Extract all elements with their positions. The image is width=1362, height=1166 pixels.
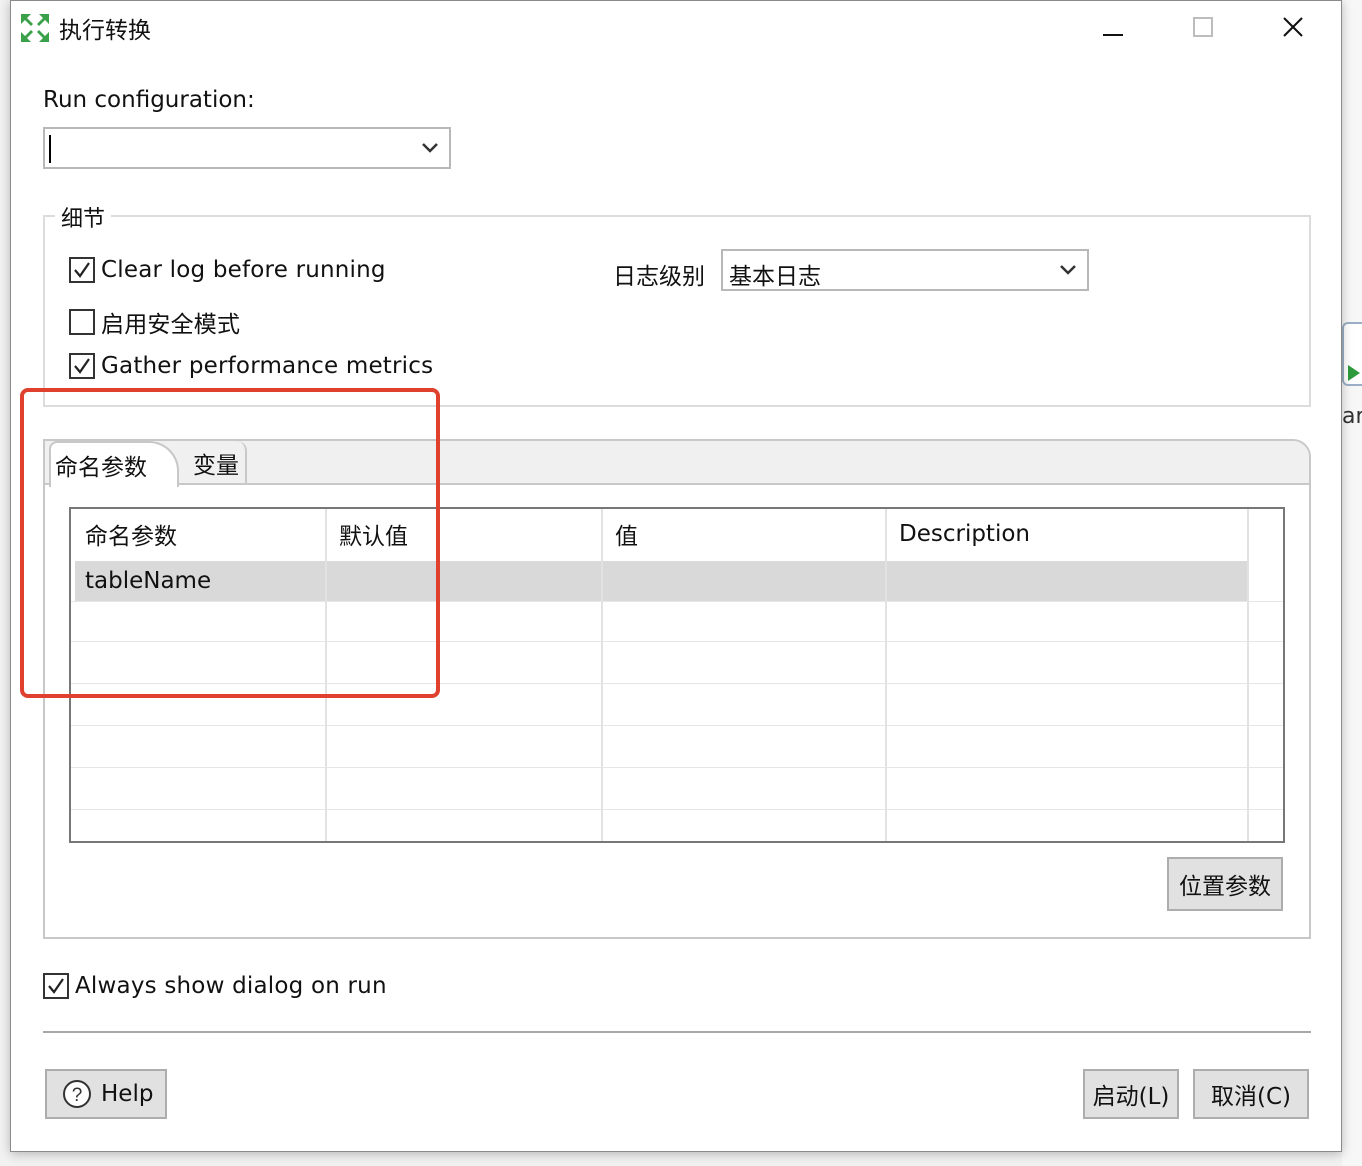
transformation-app-icon: [21, 14, 49, 42]
help-icon: ?: [63, 1080, 91, 1108]
cancel-button[interactable]: 取消(C): [1193, 1069, 1309, 1119]
log-level-select[interactable]: 基本日志: [721, 249, 1089, 291]
cell-param-default[interactable]: [327, 561, 601, 601]
footer-separator: [43, 1031, 1311, 1033]
chevron-down-icon: [1060, 265, 1076, 275]
clear-log-label: Clear log before running: [101, 257, 386, 283]
cell-param-name[interactable]: tableName: [75, 561, 325, 601]
details-group-title: 细节: [55, 201, 112, 233]
clear-log-checkbox[interactable]: Clear log before running: [69, 257, 386, 283]
chevron-down-icon: [422, 143, 438, 153]
run-configuration-select[interactable]: [43, 127, 451, 169]
column-divider: [1247, 509, 1249, 841]
cell-param-value[interactable]: [603, 561, 885, 601]
table-header: 命名参数 默认值 值 Description: [71, 509, 1283, 559]
checkbox-box: [69, 309, 95, 335]
help-label: Help: [101, 1081, 154, 1107]
gather-metrics-checkbox[interactable]: Gather performance metrics: [69, 353, 433, 379]
maximize-icon: [1193, 17, 1213, 37]
checkmark-icon: [74, 358, 90, 374]
log-level-label: 日志级别: [613, 264, 705, 290]
row-divider: [71, 683, 1283, 684]
title-bar: 执行转换: [11, 1, 1341, 53]
checkbox-box: [43, 973, 69, 999]
row-divider: [71, 725, 1283, 726]
positional-parameters-button[interactable]: 位置参数: [1167, 857, 1283, 911]
column-divider: [885, 509, 887, 841]
tab-named-parameters[interactable]: 命名参数: [49, 441, 179, 487]
run-transformation-dialog: 执行转换 Run configuration: 细节 Clear log bef…: [10, 0, 1342, 1152]
background-window-fragment: art: [1342, 0, 1362, 1166]
help-button[interactable]: ? Help: [45, 1069, 167, 1119]
column-header-default[interactable]: 默认值: [325, 509, 601, 559]
svg-text:?: ?: [72, 1085, 83, 1106]
log-level-value: 基本日志: [729, 264, 821, 290]
row-divider: [71, 601, 1283, 602]
minimize-icon: [1103, 34, 1123, 36]
gather-metrics-label: Gather performance metrics: [101, 353, 434, 379]
minimize-button[interactable]: [1091, 7, 1135, 47]
checkmark-icon: [48, 978, 64, 994]
text-cursor: [49, 135, 51, 163]
checkbox-box: [69, 257, 95, 283]
close-icon: [1283, 17, 1303, 37]
tab-variables[interactable]: 变量: [187, 441, 247, 485]
column-header-name[interactable]: 命名参数: [71, 509, 325, 559]
column-divider: [325, 509, 327, 841]
background-text-fragment: art: [1342, 404, 1362, 429]
cell-param-description[interactable]: [887, 561, 1247, 601]
row-divider: [71, 641, 1283, 642]
close-button[interactable]: [1271, 7, 1315, 47]
column-divider: [601, 509, 603, 841]
column-header-description[interactable]: Description: [885, 509, 1247, 559]
maximize-button[interactable]: [1181, 7, 1225, 47]
row-divider: [71, 809, 1283, 810]
background-play-icon: [1348, 365, 1360, 381]
row-divider: [71, 767, 1283, 768]
always-show-dialog-checkbox[interactable]: Always show dialog on run: [43, 973, 387, 999]
launch-button[interactable]: 启动(L): [1083, 1069, 1179, 1119]
safe-mode-label: 启用安全模式: [101, 312, 241, 338]
column-header-value[interactable]: 值: [601, 509, 885, 559]
window-title: 执行转换: [59, 18, 151, 44]
always-show-dialog-label: Always show dialog on run: [75, 973, 387, 999]
safe-mode-checkbox[interactable]: 启用安全模式: [69, 305, 240, 339]
checkbox-box: [69, 353, 95, 379]
run-configuration-label: Run configuration:: [43, 87, 255, 113]
named-parameters-table[interactable]: 命名参数 默认值 值 Description tableName: [69, 507, 1285, 843]
checkmark-icon: [74, 262, 90, 278]
